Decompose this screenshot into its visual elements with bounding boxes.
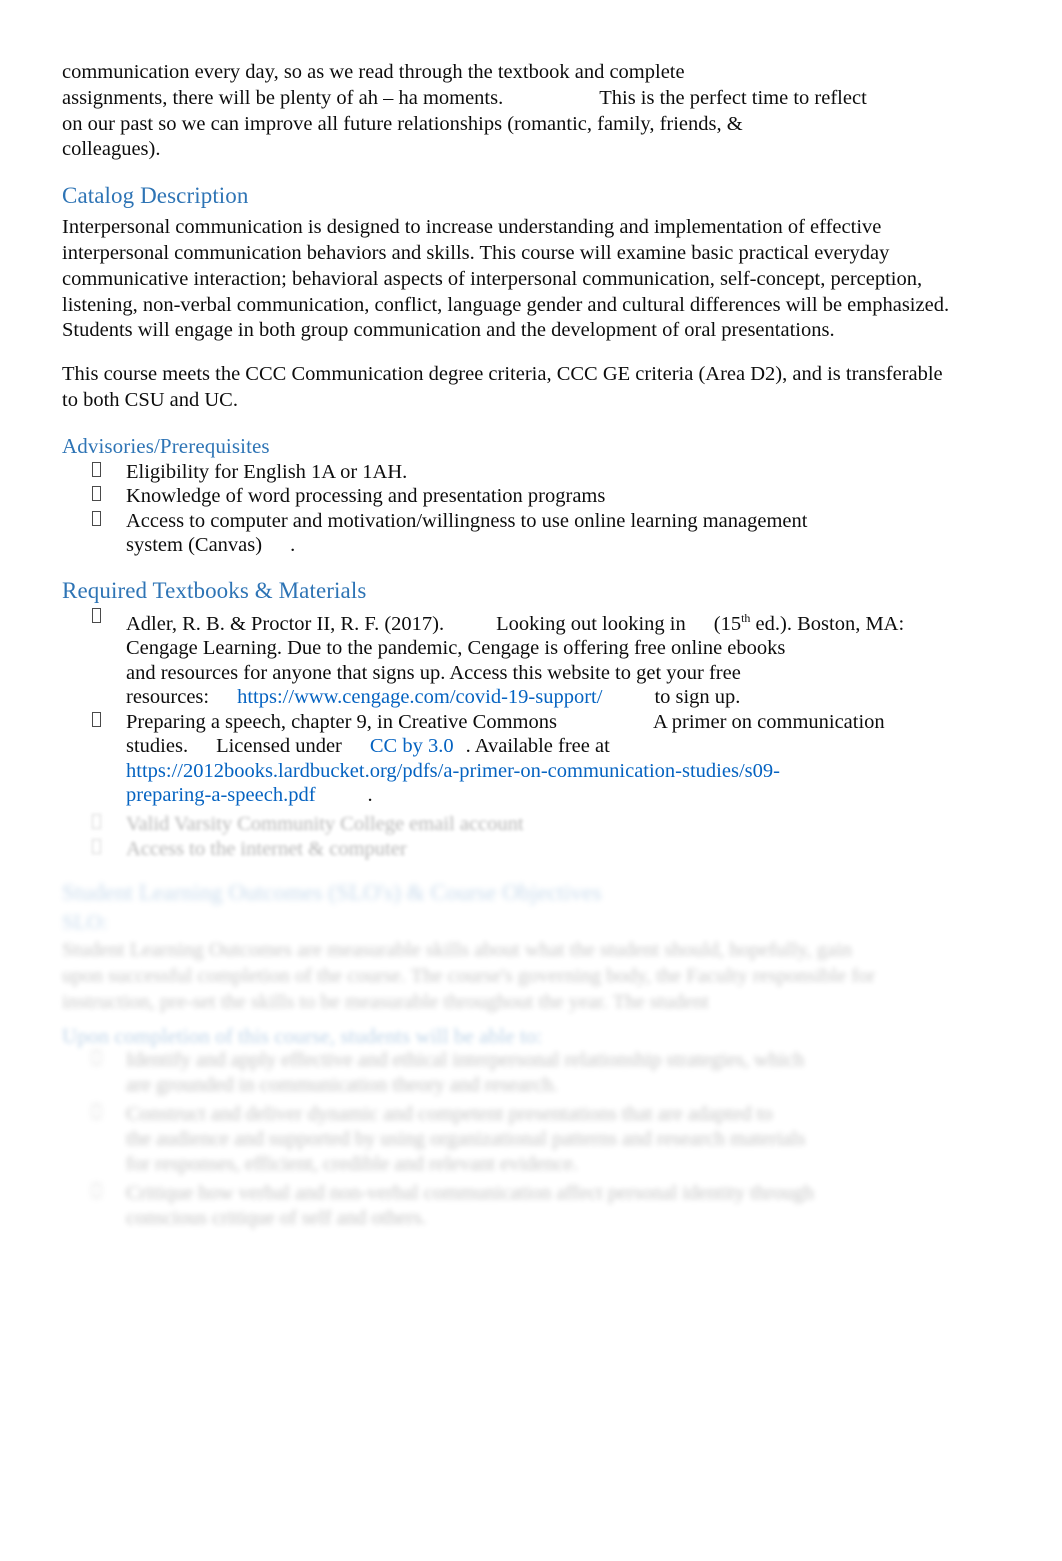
bullet-box-icon	[92, 607, 101, 623]
intro-line-3: on our past so we can improve all future…	[62, 112, 743, 135]
objective-2-line-2: the audience and supported by using orga…	[126, 1128, 806, 1150]
primer-title: A primer on communication	[652, 710, 885, 733]
bullet-box-icon	[92, 711, 101, 727]
advisory-item-3-trailing: .	[290, 534, 296, 557]
bullet-box-icon	[92, 1183, 101, 1198]
objective-2-line-1: Construct and deliver dynamic and compet…	[126, 1103, 773, 1125]
advisories-list: Eligibility for English 1A or 1AH. Knowl…	[62, 460, 962, 558]
lardbucket-url-line-2[interactable]: preparing-a-speech.pdf	[126, 784, 316, 806]
intro-line-1: communication every day, so as we read t…	[62, 61, 685, 83]
material-item-internet: Access to the internet & computer	[126, 838, 407, 860]
document-page: communication every day, so as we read t…	[0, 0, 1062, 1561]
advisory-item-3-line-1: Access to computer and motivation/willin…	[126, 509, 808, 532]
list-item: Knowledge of word processing and present…	[62, 484, 962, 509]
list-item: Access to the internet & computer	[62, 837, 1022, 862]
bullet-box-icon	[92, 1104, 101, 1119]
heading-catalog-description: Catalog Description	[62, 183, 249, 209]
intro-line-4: colleagues).	[62, 138, 161, 161]
intro-line-2b: This is the perfect time to reflect	[599, 86, 867, 109]
objective-2-line-3: for responses, efficient, credible and r…	[126, 1153, 579, 1175]
bullet-box-icon	[92, 461, 101, 477]
citation-title: Looking out looking in	[496, 612, 686, 635]
objective-3-line-1: Critique how verbal and non-verbal commu…	[126, 1182, 814, 1204]
heading-advisories: Advisories/Prerequisites	[62, 433, 270, 458]
lardbucket-url-line-1[interactable]: https://2012books.lardbucket.org/pdfs/a-…	[126, 760, 780, 782]
cc-license-link[interactable]: CC by 3.0	[370, 735, 454, 757]
citation-edition-suffix: ed.). Boston, MA:	[755, 612, 905, 635]
primer-available-suffix: . Available free at	[465, 735, 610, 758]
list-item: Adler, R. B. & Proctor II, R. F. (2017).…	[62, 606, 962, 710]
heading-student-learning-outcomes: Student Learning Outcomes (SLO's) & Cour…	[62, 880, 602, 905]
citation-line-3: and resources for anyone that signs up. …	[126, 661, 741, 684]
objective-1-line-1: Identify and apply effective and ethical…	[126, 1049, 805, 1071]
list-item: Eligibility for English 1A or 1AH.	[62, 460, 962, 485]
intro-paragraph: communication every day, so as we read t…	[62, 60, 962, 163]
list-item: Preparing a speech, chapter 9, in Creati…	[62, 710, 962, 808]
primer-url-trailing: .	[367, 784, 373, 807]
bullet-box-icon	[92, 814, 101, 829]
heading-slo-label: SLO:	[62, 910, 108, 934]
outcomes-intro-line-2: upon successful completion of the course…	[62, 964, 876, 987]
material-item-email: Valid Varsity Community College email ac…	[126, 813, 524, 835]
faded-objectives-heading-region: Upon completion of this course, students…	[62, 1022, 1022, 1050]
citation-resources-label: resources:	[126, 686, 210, 709]
list-item: Access to computer and motivation/willin…	[62, 509, 962, 558]
faded-outcomes-heading-region: Student Learning Outcomes (SLO's) & Cour…	[62, 878, 1022, 936]
cengage-support-link[interactable]: https://www.cengage.com/covid-19-support…	[237, 686, 602, 708]
objective-3-line-2: conscious critique of self and others.	[126, 1207, 427, 1229]
heading-required-textbooks: Required Textbooks & Materials	[62, 577, 367, 603]
primer-line-2-prefix: studies.	[126, 735, 189, 758]
textbooks-list: Adler, R. B. & Proctor II, R. F. (2017).…	[62, 606, 962, 808]
citation-edition-superscript: th	[741, 610, 751, 625]
advisory-item-2: Knowledge of word processing and present…	[126, 485, 606, 508]
list-item: Identify and apply effective and ethical…	[62, 1048, 1012, 1098]
list-item: Valid Varsity Community College email ac…	[62, 812, 1022, 837]
objectives-list: Identify and apply effective and ethical…	[62, 1048, 1012, 1231]
citation-line-2: Cengage Learning. Due to the pandemic, C…	[126, 637, 786, 660]
catalog-description-body: Interpersonal communication is designed …	[62, 216, 950, 342]
intro-line-2a: assignments, there will be plenty of ah …	[62, 86, 504, 109]
list-item: Critique how verbal and non-verbal commu…	[62, 1181, 1012, 1231]
faded-materials-list-region: Valid Varsity Community College email ac…	[62, 812, 1022, 862]
document-content: communication every day, so as we read t…	[62, 60, 962, 808]
intro-line-2: assignments, there will be plenty of ah …	[62, 86, 962, 112]
primer-license-label: Licensed under	[216, 735, 342, 758]
transfer-note: This course meets the CCC Communication …	[62, 363, 943, 411]
primer-line-1-prefix: Preparing a speech, chapter 9, in Creati…	[126, 710, 557, 733]
objective-1-line-2: are grounded in communication theory and…	[126, 1074, 559, 1096]
bullet-box-icon	[92, 839, 101, 854]
citation-signup-suffix: to sign up.	[654, 686, 741, 709]
bullet-box-icon	[92, 510, 101, 526]
outcomes-intro-line-3: instruction, pre-set the skills to be me…	[62, 990, 709, 1013]
advisory-item-1: Eligibility for English 1A or 1AH.	[126, 460, 408, 483]
heading-upon-completion: Upon completion of this course, students…	[62, 1024, 543, 1048]
citation-edition-prefix: (15	[713, 612, 742, 635]
bullet-box-icon	[92, 1050, 101, 1065]
list-item: Construct and deliver dynamic and compet…	[62, 1102, 1012, 1177]
citation-author-year: Adler, R. B. & Proctor II, R. F. (2017).	[126, 612, 445, 635]
bullet-box-icon	[92, 486, 101, 502]
faded-outcomes-intro-region: Student Learning Outcomes are measurable…	[62, 938, 1002, 1015]
faded-objectives-list-region: Identify and apply effective and ethical…	[62, 1048, 1012, 1231]
outcomes-intro-line-1: Student Learning Outcomes are measurable…	[62, 939, 853, 961]
materials-extra-list: Valid Varsity Community College email ac…	[62, 812, 1022, 862]
advisory-item-3-line-2: system (Canvas)	[126, 534, 263, 557]
